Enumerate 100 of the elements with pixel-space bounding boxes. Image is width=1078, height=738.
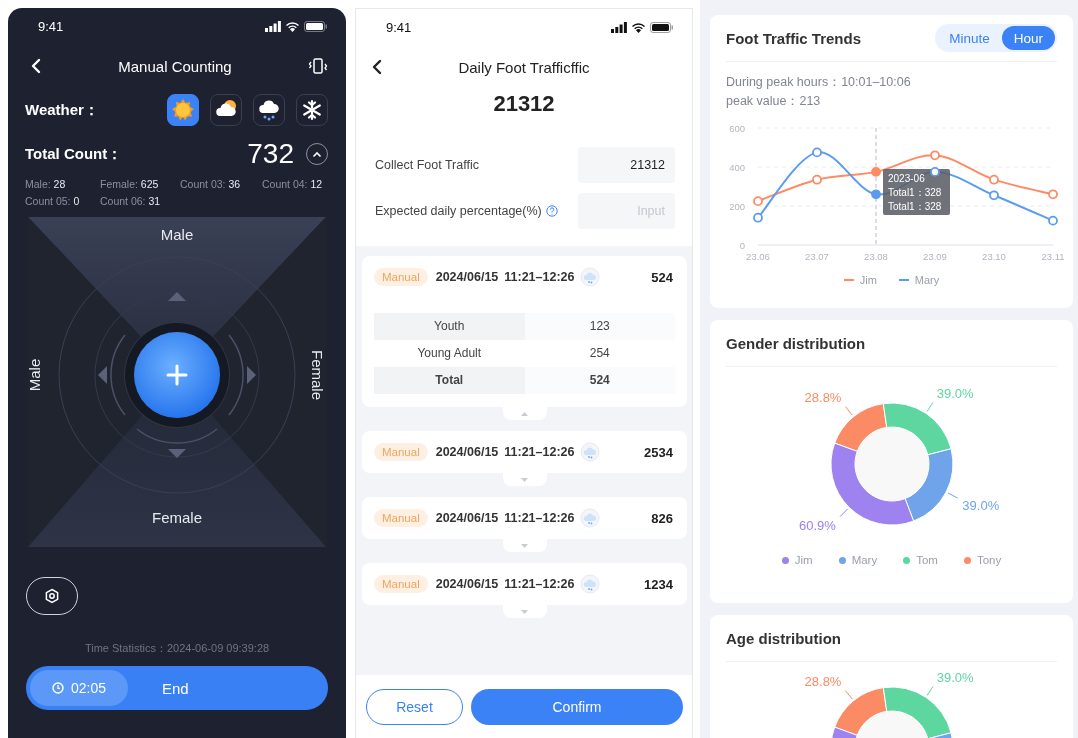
count-stat: Count 06: 31: [100, 194, 162, 209]
data-point: [753, 196, 763, 207]
data-point: [753, 212, 763, 223]
axis-tick-label: 200: [729, 200, 745, 212]
slice-label: 28.8%: [804, 674, 842, 690]
legend-dot: [781, 556, 789, 564]
record-date: 2024/06/15: [435, 270, 499, 284]
record-count: 2534: [644, 444, 673, 460]
phone-vibrate-icon[interactable]: [308, 56, 328, 76]
signal-icon: [265, 20, 281, 32]
weather-icon: [580, 267, 601, 287]
expand-toggle[interactable]: [502, 539, 547, 552]
table-cell-text: Youth: [433, 318, 466, 335]
expand-toggle[interactable]: [502, 407, 547, 420]
slice-label: 39.0%: [936, 669, 974, 685]
weather-option[interactable]: [210, 94, 242, 126]
plus-icon: [166, 364, 188, 386]
back-icon[interactable]: [371, 59, 383, 75]
data-point: [989, 174, 999, 185]
segment-tab[interactable]: Hour: [1001, 26, 1055, 50]
record-count: 524: [651, 269, 673, 285]
leader-line: [839, 508, 849, 518]
record-tag: Manual: [374, 509, 428, 527]
legend-label: Tom: [916, 554, 938, 566]
axis-tick-label: 600: [729, 122, 745, 134]
record-date: 2024/06/15: [435, 577, 499, 591]
caret-icon: [521, 609, 528, 614]
field-label: Collect Foot Traffic: [375, 158, 479, 172]
card-title: Age distribution: [726, 629, 841, 647]
clock-icon: [51, 682, 64, 694]
pad-label: Male: [26, 358, 43, 392]
legend-label: Tony: [976, 554, 1002, 566]
legend-label: Jim: [794, 554, 813, 566]
input-field[interactable]: 21312: [578, 147, 675, 183]
time-statistics: Time Statistics：2024-06-09 09:39:28: [83, 641, 271, 656]
weather-label: Weather：: [25, 100, 100, 120]
card-title: Gender distribution: [726, 334, 866, 352]
table-cell: 524: [524, 367, 675, 394]
field-label: Expected daily percentage(%): [375, 204, 542, 218]
axis-tick-label: 23.10: [982, 251, 1006, 262]
axis-tick-label: 400: [729, 161, 745, 173]
weather-option[interactable]: [253, 94, 285, 126]
wifi-icon: [285, 20, 300, 32]
reset-button[interactable]: Reset: [366, 688, 463, 725]
record-time: 11:21–12:26: [504, 577, 575, 591]
total-count-label: Total Count：: [25, 144, 124, 164]
card-title: Foot Traffic Trends: [726, 29, 861, 47]
data-point: [1048, 189, 1058, 200]
hexagon-icon: [44, 588, 60, 604]
axis-tick-label: 23.11: [1041, 251, 1065, 262]
data-point: [812, 174, 822, 185]
help-icon[interactable]: [545, 205, 558, 217]
tooltip-text: Total1：328: [888, 187, 942, 198]
confirm-button[interactable]: Confirm: [471, 688, 683, 725]
weather-icon: [580, 508, 601, 528]
end-button[interactable]: End: [162, 679, 189, 697]
leader-line: [947, 492, 959, 499]
legend-label: Mary: [851, 554, 878, 566]
caret-icon: [521, 477, 528, 482]
record-count: 826: [651, 510, 673, 526]
chevron-up-icon: [312, 150, 322, 158]
battery-icon: [650, 21, 674, 33]
leader-line: [844, 406, 853, 416]
slice-label: 39.0%: [962, 498, 1000, 514]
status-time: 9:41: [386, 19, 412, 35]
axis-tick-label: 23.06: [746, 251, 770, 262]
count-stat: Male: 28: [25, 177, 67, 192]
pad-label: Male: [160, 226, 194, 243]
expand-toggle[interactable]: [502, 605, 547, 618]
leader-line: [926, 401, 934, 413]
table-cell-text: Total: [434, 372, 465, 389]
record-tag: Manual: [374, 575, 428, 593]
screen-title: Daily Foot Trafficffic: [458, 58, 590, 76]
data-point: [989, 190, 999, 201]
legend-label: Jim: [859, 274, 877, 286]
count-stat: Count 03: 36: [180, 177, 242, 192]
wifi-icon: [631, 21, 646, 33]
data-point: [930, 150, 940, 161]
pad-label: Female: [309, 350, 326, 400]
cloud-snow-icon: [257, 98, 281, 122]
tooltip-text: 2023-06: [888, 173, 925, 184]
record-time: 11:21–12:26: [504, 445, 575, 459]
data-point: [871, 189, 881, 200]
table-cell: 123: [524, 313, 675, 340]
screen-title: Manual Counting: [118, 57, 232, 75]
table-cell: 254: [524, 340, 675, 367]
data-point: [812, 147, 822, 158]
count-stat: Female: 625: [100, 177, 160, 192]
legend-line-icon: [843, 279, 854, 281]
weather-option[interactable]: [296, 94, 328, 126]
total-count-value: 732: [247, 138, 294, 170]
record-date: 2024/06/15: [435, 445, 499, 459]
expand-toggle[interactable]: [502, 473, 547, 486]
segment-tab[interactable]: Minute: [937, 26, 1002, 50]
caret-icon: [521, 543, 528, 548]
signal-icon: [611, 21, 627, 33]
tooltip-text: Total1：328: [888, 201, 942, 212]
leader-line: [844, 690, 853, 700]
weather-option[interactable]: [167, 94, 199, 126]
legend-label: Mary: [914, 274, 940, 286]
